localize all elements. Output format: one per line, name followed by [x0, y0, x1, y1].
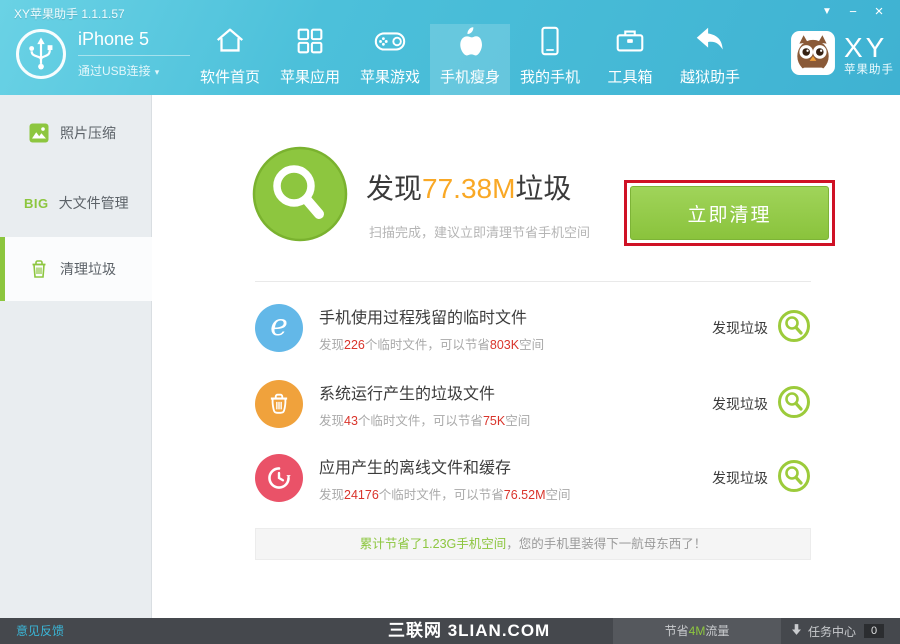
magnifier-icon: [777, 309, 811, 348]
device-name: iPhone 5: [78, 29, 149, 50]
found-junk-label: 发现垃圾: [712, 468, 768, 488]
download-arrow-icon: [782, 622, 801, 640]
nav-label: 我的手机: [520, 66, 580, 87]
clock-icon: [255, 454, 303, 502]
sidebar-item-label: 照片压缩: [60, 123, 116, 143]
logo-brand-text: XY: [844, 34, 894, 62]
savings-summary-bar: 累计节省了1.23G手机空间，您的手机里装得下一航母东西了！: [255, 528, 811, 560]
temp-file-e-icon: e: [255, 304, 303, 352]
nav-item-phone-slimming[interactable]: 手机瘦身: [430, 24, 510, 95]
junk-amount: 77.38M: [422, 173, 515, 204]
found-junk-label: 发现垃圾: [712, 394, 768, 414]
app-window: XY苹果助手 1.1.1.57 ▼ − × iPhone 5 通过USB连接▾: [0, 0, 900, 644]
nav-item-jailbreak-assistant[interactable]: 越狱助手: [670, 24, 750, 95]
size-saving: 76.52M: [504, 488, 546, 502]
apps-grid-icon: [293, 24, 327, 66]
magnifier-icon: [777, 459, 811, 498]
nav-item-software-home[interactable]: 软件首页: [190, 24, 270, 95]
scan-result-magnifier-icon: [251, 145, 349, 243]
photo-compress-icon: [28, 122, 50, 144]
main-nav: 软件首页 苹果应用 苹果游戏: [190, 24, 750, 95]
logo-sub-text: 苹果助手: [844, 65, 894, 77]
close-icon[interactable]: ×: [866, 2, 892, 22]
owl-mascot-icon: [790, 30, 836, 81]
trash-icon: [255, 380, 303, 428]
size-saving: 803K: [490, 338, 519, 352]
traffic-saved-indicator: 节省4M流量: [613, 618, 781, 644]
chevron-down-icon: ▾: [155, 67, 160, 77]
file-count: 226: [344, 338, 365, 352]
toolbox-icon: [613, 24, 647, 66]
nav-item-apple-apps[interactable]: 苹果应用: [270, 24, 350, 95]
junk-row-system-junk: 系统运行产生的垃圾文件 发现43个临时文件，可以节省75K空间 发现垃圾: [255, 376, 811, 432]
row-action-found-junk[interactable]: 发现垃圾: [712, 459, 811, 498]
magnifier-icon: [777, 385, 811, 424]
nav-label: 苹果游戏: [360, 66, 420, 87]
annotation-highlight-box: 立即清理: [624, 180, 835, 246]
size-saving: 75K: [483, 414, 505, 428]
connected-device-panel: iPhone 5 通过USB连接▾: [16, 27, 201, 85]
main-content: 发现77.38M垃圾 扫描完成，建议立即清理节省手机空间 立即清理 e 手机使用…: [153, 95, 900, 618]
row-description: 发现226个临时文件，可以节省803K空间: [319, 334, 712, 353]
found-junk-label: 发现垃圾: [712, 318, 768, 338]
row-title: 手机使用过程残留的临时文件: [319, 304, 712, 328]
nav-item-toolbox[interactable]: 工具箱: [590, 24, 670, 95]
section-divider: [255, 281, 811, 282]
task-center-label: 任务中心: [808, 623, 856, 640]
sidebar-item-label: 大文件管理: [59, 193, 129, 213]
row-action-found-junk[interactable]: 发现垃圾: [712, 309, 811, 348]
device-divider: [78, 55, 190, 56]
big-badge: BIG: [24, 196, 49, 211]
nav-label: 工具箱: [607, 66, 652, 87]
phone-icon: [533, 24, 567, 66]
window-title: XY苹果助手 1.1.1.57: [14, 5, 125, 22]
row-action-found-junk[interactable]: 发现垃圾: [712, 385, 811, 424]
nav-label: 手机瘦身: [440, 66, 500, 87]
clean-now-button[interactable]: 立即清理: [630, 186, 829, 240]
nav-item-apple-games[interactable]: 苹果游戏: [350, 24, 430, 95]
header: XY苹果助手 1.1.1.57 ▼ − × iPhone 5 通过USB连接▾: [0, 0, 900, 95]
file-count: 43: [344, 414, 358, 428]
apple-icon: [453, 24, 487, 66]
row-description: 发现24176个临时文件，可以节省76.52M空间: [319, 484, 712, 503]
status-bar: 意见反馈 三联网 3LIAN.COM 节省4M流量 任务中心 0: [0, 618, 900, 644]
nav-label: 越狱助手: [680, 66, 740, 87]
usb-icon: [16, 29, 66, 79]
file-count: 24176: [344, 488, 379, 502]
sidebar-item-label: 清理垃圾: [60, 259, 116, 279]
jailbreak-arrow-icon: [693, 24, 727, 66]
feedback-link[interactable]: 意见反馈: [16, 618, 64, 644]
row-title: 应用产生的离线文件和缓存: [319, 454, 712, 478]
sidebar-item-photo-compress[interactable]: 照片压缩: [0, 101, 152, 165]
traffic-amount: 4M: [689, 624, 706, 638]
sidebar-item-clean-junk[interactable]: 清理垃圾: [0, 237, 152, 301]
connection-selector[interactable]: 通过USB连接▾: [78, 62, 159, 79]
trash-icon: [28, 258, 50, 280]
sidebar-item-big-file-manager[interactable]: BIG 大文件管理: [0, 171, 152, 235]
brand-logo: XY 苹果助手: [790, 30, 894, 81]
task-count-badge: 0: [864, 624, 884, 638]
row-title: 系统运行产生的垃圾文件: [319, 380, 712, 404]
scan-result-subtitle: 扫描完成，建议立即清理节省手机空间: [369, 222, 590, 241]
nav-label: 软件首页: [200, 66, 260, 87]
scan-result-headline: 发现77.38M垃圾: [366, 167, 571, 207]
minimize-icon[interactable]: −: [840, 2, 866, 22]
junk-row-app-cache: 应用产生的离线文件和缓存 发现24176个临时文件，可以节省76.52M空间 发…: [255, 450, 811, 506]
menu-dropdown-icon[interactable]: ▼: [814, 2, 840, 22]
home-icon: [213, 24, 247, 66]
savings-total: 累计节省了1.23G手机空间: [360, 537, 507, 551]
active-indicator: [0, 237, 5, 301]
row-description: 发现43个临时文件，可以节省75K空间: [319, 410, 712, 429]
task-center-button[interactable]: 任务中心 0: [782, 618, 900, 644]
gamepad-icon: [373, 24, 407, 66]
junk-row-temp-files: e 手机使用过程残留的临时文件 发现226个临时文件，可以节省803K空间 发现…: [255, 300, 811, 356]
nav-item-my-phone[interactable]: 我的手机: [510, 24, 590, 95]
window-controls: ▼ − ×: [814, 2, 892, 22]
nav-label: 苹果应用: [280, 66, 340, 87]
site-watermark: 三联网 3LIAN.COM: [388, 618, 550, 644]
sidebar: 照片压缩 BIG 大文件管理 清理垃圾: [0, 95, 152, 618]
